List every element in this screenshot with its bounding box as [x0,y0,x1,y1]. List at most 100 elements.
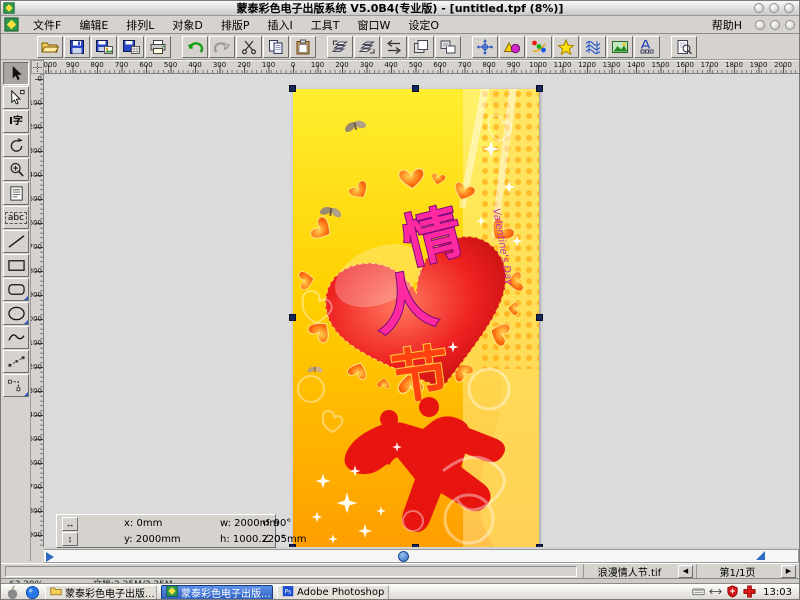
menu-insert[interactable]: 插入I [259,16,302,34]
v-ruler-label: 0 [31,75,42,83]
star-shape-button[interactable] [553,36,579,58]
canvas[interactable]: 情 人 节 Valentine's Day [44,74,799,547]
close-button[interactable] [784,3,794,13]
h-ruler-label: 200 [330,61,354,69]
v-ruler-label: 1100 [31,339,42,347]
save-button[interactable] [64,36,90,58]
v-ruler: 0100200300400500600700800900100011001200… [31,74,44,547]
task-montai-folder[interactable]: 蒙泰彩色电子出版... [45,585,157,600]
send-backward-button[interactable] [354,36,380,58]
keyboard-icon[interactable] [692,585,705,600]
selection-handle-top-left[interactable] [289,85,296,92]
distort-button[interactable] [580,36,606,58]
rectangle-tool[interactable] [3,254,29,277]
rounded-rectangle-tool[interactable] [3,278,29,301]
title-bar: 蒙泰彩色电子出版系统 V5.0B4(专业版) - [untitled.tpf (… [1,1,799,16]
menu-edit[interactable]: 编辑E [70,16,117,34]
v-ruler-label: 1300 [31,387,42,395]
zoom-tool[interactable] [3,158,29,181]
color-palette-button[interactable] [526,36,552,58]
menu-window[interactable]: 窗口W [349,16,400,34]
paragraph-tool[interactable] [3,182,29,205]
polyline-tool[interactable] [3,350,29,373]
task-photoshop[interactable]: PsAdobe Photoshop C... [277,585,389,600]
save-template-button[interactable] [118,36,144,58]
line-tool[interactable] [3,230,29,253]
menu-help[interactable]: 帮助H [703,16,751,34]
selection-handle-middle-right[interactable] [536,314,543,321]
h-scrollbar[interactable] [44,549,799,563]
menu-items: 文件F编辑E排列L对象D排版P插入I工具T窗口W设定O [24,16,448,34]
security-alert-icon[interactable] [726,585,739,600]
menu-object[interactable]: 对象D [163,16,211,34]
insert-picture-button[interactable] [607,36,633,58]
file-list-button[interactable]: ◀ [678,565,693,578]
page-next-button[interactable]: ▶ [781,565,796,578]
combine-button[interactable] [435,36,461,58]
print-preview-button[interactable] [671,36,697,58]
ellipse-tool[interactable] [3,302,29,325]
flip-horizontal-button[interactable]: ↔ [62,517,78,531]
move-origin-button[interactable] [472,36,498,58]
duplicate-button[interactable] [408,36,434,58]
network-icon[interactable] [709,585,722,600]
curve-tool[interactable] [3,326,29,349]
selection-handle-bottom-right[interactable] [536,544,543,547]
task-montai-app[interactable]: 蒙泰彩色电子出版... [161,585,273,600]
poster-page[interactable]: 情 人 节 Valentine's Day [293,89,539,547]
cut-button[interactable] [236,36,262,58]
x-position-value: x: 0mm [124,518,220,529]
abc-frame: abc [5,212,27,224]
paste-button[interactable] [290,36,316,58]
select-tool[interactable] [3,62,29,85]
apple-icon[interactable] [5,585,21,600]
doc-restore-button[interactable] [770,20,780,30]
menu-arrange[interactable]: 排列L [117,16,163,34]
h-ruler-label: 500 [159,61,183,69]
text-tool[interactable]: I字 [3,110,29,133]
menu-settings[interactable]: 设定O [399,16,448,34]
flip-vertical-button[interactable]: ↕ [62,532,78,546]
scroll-thumb[interactable] [398,551,409,562]
flip-horizontal-icon: ↔ [66,519,75,529]
h-ruler-label: 1600 [673,61,697,69]
h-ruler-label: 400 [379,61,403,69]
health-alert-icon[interactable] [743,585,756,600]
selection-handle-top-middle[interactable] [412,85,419,92]
scroll-right-marker[interactable] [756,551,765,560]
menu-layout[interactable]: 排版P [212,16,259,34]
open-button[interactable] [37,36,63,58]
coordinate-panel: x: 0mm w: 2000mm ↺ 90° ↔ ↕ y: 2000mm h: … [56,514,276,548]
v-ruler-label: 1700 [31,483,42,491]
save-image-button[interactable] [91,36,117,58]
montai-icon [166,585,178,600]
messenger-icon[interactable] [25,585,41,600]
text-attributes-button[interactable] [634,36,660,58]
selection-handle-middle-left[interactable] [289,314,296,321]
direct-select-tool[interactable] [3,86,29,109]
ruler-origin-box[interactable] [31,60,44,74]
document-window-icon [4,17,19,32]
minimize-button[interactable] [754,3,764,13]
print-button[interactable] [145,36,171,58]
path-tool[interactable] [3,374,29,397]
shapes-button[interactable] [499,36,525,58]
menu-tools[interactable]: 工具T [302,16,349,34]
valentine-poster-image: 情 人 节 Valentine's Day [293,89,539,547]
selection-handle-top-right[interactable] [536,85,543,92]
text-frame-tool[interactable]: abc [3,206,29,229]
document-window-controls [755,20,795,30]
scroll-left-marker[interactable] [46,552,54,562]
copy-button[interactable] [263,36,289,58]
swap-order-button[interactable] [381,36,407,58]
restore-button[interactable] [769,3,779,13]
h-ruler-label: 600 [134,61,158,69]
redo-button[interactable] [209,36,235,58]
bring-forward-button[interactable] [327,36,353,58]
undo-button[interactable] [182,36,208,58]
menu-file[interactable]: 文件F [24,16,70,34]
rotate-tool[interactable] [3,134,29,157]
doc-close-button[interactable] [785,20,795,30]
selection-handle-bottom-middle[interactable] [412,544,419,547]
doc-minimize-button[interactable] [755,20,765,30]
